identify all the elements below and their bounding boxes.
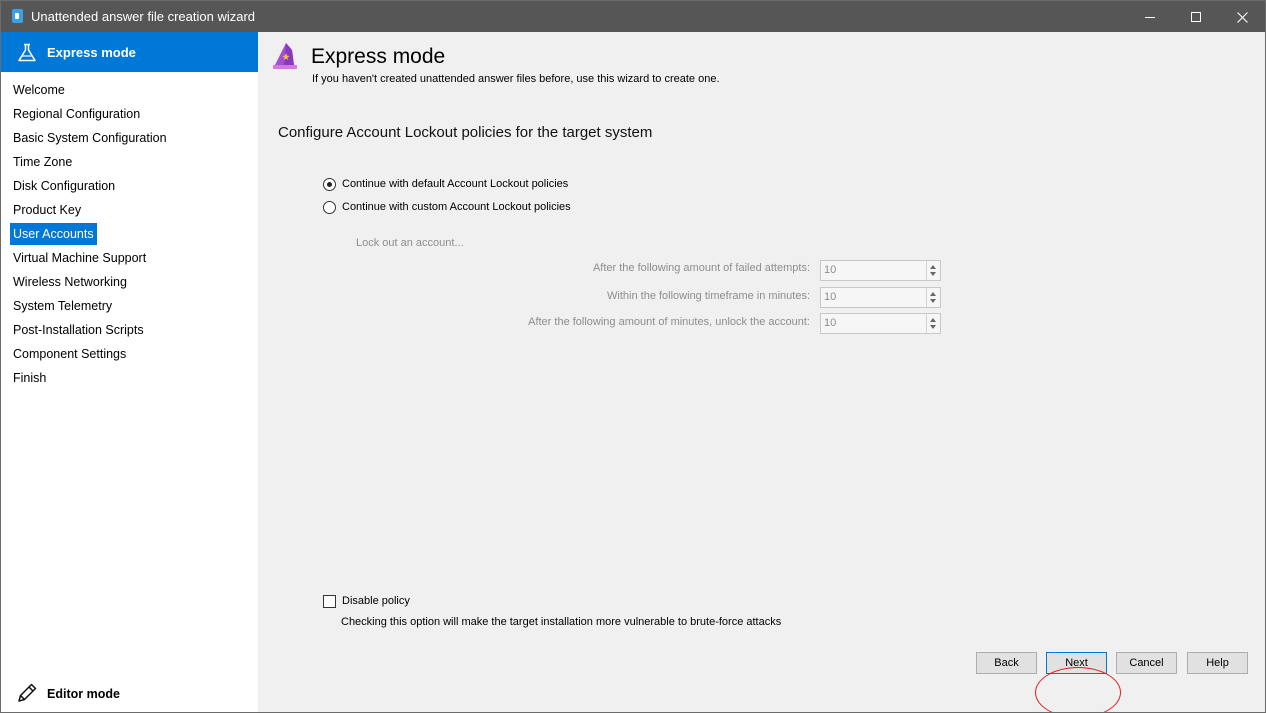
failed-attempts-value: 10 xyxy=(824,264,837,276)
sidebar-item-finish[interactable]: Finish xyxy=(10,367,49,389)
sidebar-item-welcome[interactable]: Welcome xyxy=(10,79,68,101)
lockout-heading: Lock out an account... xyxy=(356,237,464,249)
sidebar-item-component-settings[interactable]: Component Settings xyxy=(10,343,129,365)
arrow-down-icon[interactable] xyxy=(930,272,936,276)
editor-mode-label: Editor mode xyxy=(47,687,120,701)
custom-policies-label: Continue with custom Account Lockout pol… xyxy=(342,201,571,213)
minimize-button[interactable] xyxy=(1127,1,1173,32)
arrow-up-icon[interactable] xyxy=(930,265,936,269)
sidebar-item-disk-configuration[interactable]: Disk Configuration xyxy=(10,175,118,197)
timeframe-label: Within the following timeframe in minute… xyxy=(607,290,810,302)
page-subtitle: If you haven't created unattended answer… xyxy=(312,73,720,85)
timeframe-spinner[interactable]: 10 xyxy=(820,287,941,308)
app-icon xyxy=(12,9,23,23)
unlock-minutes-label: After the following amount of minutes, u… xyxy=(528,316,810,328)
unlock-minutes-value: 10 xyxy=(824,317,837,329)
failed-attempts-label: After the following amount of failed att… xyxy=(592,262,810,274)
window-title: Unattended answer file creation wizard xyxy=(31,9,256,24)
back-button[interactable]: Back xyxy=(976,652,1037,674)
arrow-down-icon[interactable] xyxy=(930,299,936,303)
disable-policy-checkbox[interactable] xyxy=(323,594,336,608)
spinner-arrows[interactable] xyxy=(926,261,940,280)
disable-policy-option[interactable]: Disable policy xyxy=(323,593,410,609)
maximize-icon xyxy=(1191,12,1201,23)
sidebar-item-post-installation-scripts[interactable]: Post-Installation Scripts xyxy=(10,319,147,341)
annotation-circle xyxy=(1035,667,1121,712)
pencil-icon xyxy=(18,683,37,702)
sidebar-item-user-accounts[interactable]: User Accounts xyxy=(10,223,97,245)
section-title: Configure Account Lockout policies for t… xyxy=(278,124,653,141)
title-bar: Unattended answer file creation wizard xyxy=(1,1,1265,32)
sidebar-item-regional-configuration[interactable]: Regional Configuration xyxy=(10,103,143,125)
failed-attempts-spinner[interactable]: 10 xyxy=(820,260,941,281)
arrow-up-icon[interactable] xyxy=(930,292,936,296)
page-title: Express mode xyxy=(311,45,446,68)
disable-policy-label: Disable policy xyxy=(342,595,410,607)
flask-icon xyxy=(18,43,36,62)
disable-policy-description: Checking this option will make the targe… xyxy=(341,616,782,628)
minimize-icon xyxy=(1145,16,1155,18)
spinner-arrows[interactable] xyxy=(926,288,940,307)
editor-mode-button[interactable]: Editor mode xyxy=(1,675,258,711)
close-icon xyxy=(1236,11,1248,23)
express-mode-header[interactable]: Express mode xyxy=(1,32,258,72)
custom-policies-option[interactable]: Continue with custom Account Lockout pol… xyxy=(323,199,571,215)
main-panel: Express mode If you haven't created unat… xyxy=(258,32,1265,712)
default-policies-label: Continue with default Account Lockout po… xyxy=(342,178,569,190)
wizard-window: Unattended answer file creation wizard E… xyxy=(0,0,1266,713)
express-mode-label: Express mode xyxy=(47,45,136,60)
arrow-up-icon[interactable] xyxy=(930,318,936,322)
wizard-hat-icon xyxy=(273,43,297,69)
sidebar-item-product-key[interactable]: Product Key xyxy=(10,199,84,221)
sidebar: Express mode Welcome Regional Configurat… xyxy=(1,32,258,712)
maximize-button[interactable] xyxy=(1173,1,1219,32)
spinner-arrows[interactable] xyxy=(926,314,940,333)
custom-policies-radio[interactable] xyxy=(323,200,336,214)
close-button[interactable] xyxy=(1219,1,1265,32)
unlock-minutes-spinner[interactable]: 10 xyxy=(820,313,941,334)
help-button[interactable]: Help xyxy=(1187,652,1248,674)
sidebar-item-wireless-networking[interactable]: Wireless Networking xyxy=(10,271,130,293)
arrow-down-icon[interactable] xyxy=(930,325,936,329)
sidebar-item-basic-system-configuration[interactable]: Basic System Configuration xyxy=(10,127,170,149)
cancel-button[interactable]: Cancel xyxy=(1116,652,1177,674)
sidebar-item-virtual-machine-support[interactable]: Virtual Machine Support xyxy=(10,247,149,269)
default-policies-radio[interactable] xyxy=(323,177,336,191)
timeframe-value: 10 xyxy=(824,291,837,303)
sidebar-item-system-telemetry[interactable]: System Telemetry xyxy=(10,295,115,317)
default-policies-option[interactable]: Continue with default Account Lockout po… xyxy=(323,176,568,192)
sidebar-item-time-zone[interactable]: Time Zone xyxy=(10,151,75,173)
